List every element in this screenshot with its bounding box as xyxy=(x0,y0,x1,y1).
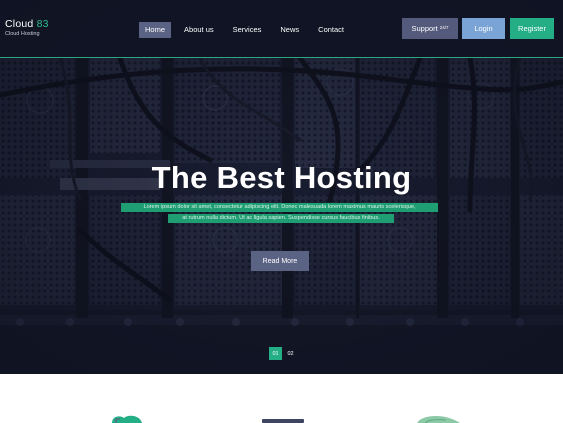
read-more-button[interactable]: Read More xyxy=(251,251,309,271)
slider-pagination: 01 02 xyxy=(269,347,299,360)
login-button[interactable]: Login xyxy=(462,18,505,39)
hero-title: The Best Hosting xyxy=(151,160,412,195)
slider-page-01[interactable]: 01 xyxy=(269,347,282,360)
hero-section: Cloud 83 Cloud Hosting Home About us Ser… xyxy=(0,0,563,374)
hero-description-line-2: at rutrum nulla dictum. Ut ac ligula sap… xyxy=(168,214,394,223)
hero-description-line-1: Lorem ipsum dolor sit amet, consectetur … xyxy=(121,203,438,212)
nav-item-contact[interactable]: Contact xyxy=(312,22,350,38)
nav-item-services[interactable]: Services xyxy=(227,22,268,38)
site-logo[interactable]: Cloud 83 Cloud Hosting xyxy=(5,18,49,37)
register-button[interactable]: Register xyxy=(510,18,554,39)
feature-globe-icon xyxy=(417,416,460,423)
logo-accent-number: 83 xyxy=(36,18,49,30)
feature-cloud-icon xyxy=(112,415,142,423)
feature-server-icon xyxy=(262,419,304,423)
slider-page-02[interactable]: 02 xyxy=(284,347,297,360)
logo-name: Cloud xyxy=(5,18,34,30)
nav-item-home[interactable]: Home xyxy=(139,22,172,38)
support-button-label: Support xyxy=(411,24,438,33)
top-navbar: Cloud 83 Cloud Hosting Home About us Ser… xyxy=(0,0,563,58)
features-icons-row xyxy=(112,415,460,423)
nav-item-news[interactable]: News xyxy=(274,22,305,38)
logo-tagline: Cloud Hosting xyxy=(5,31,40,37)
logo-text: Cloud 83 xyxy=(5,18,49,30)
support-button[interactable]: Support 24/7 xyxy=(402,18,458,39)
main-nav: Home About us Services News Contact xyxy=(139,22,357,38)
support-hours-label: 24/7 xyxy=(439,25,449,30)
features-section xyxy=(0,374,563,423)
nav-item-about-us[interactable]: About us xyxy=(178,22,220,38)
